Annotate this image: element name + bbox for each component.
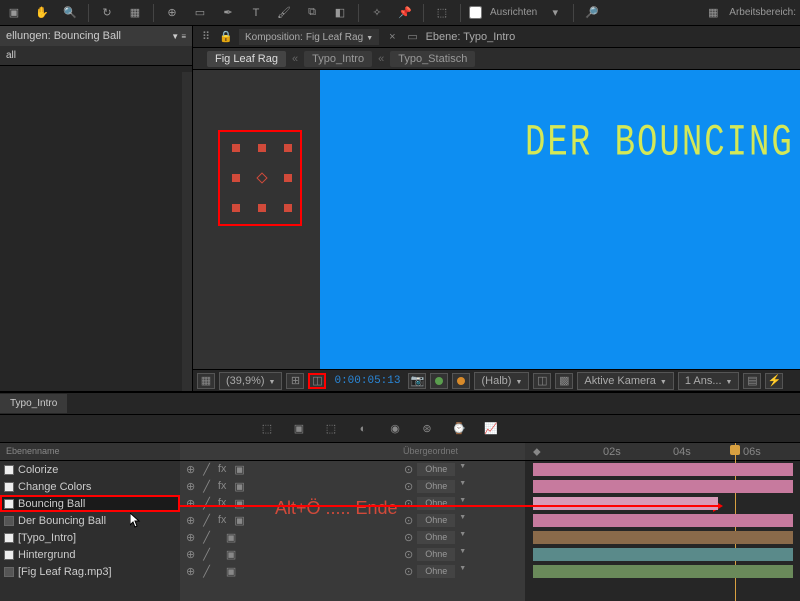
shy-icon[interactable]: ⬚ [320,418,342,440]
clone-tool-icon[interactable]: ⧉ [302,3,322,23]
pixel-aspect-icon[interactable]: ▤ [743,373,761,389]
layer-row[interactable]: [Typo_Intro] [0,529,180,546]
brainstorm-icon[interactable]: ⊛ [416,418,438,440]
layer-row[interactable]: Colorize [0,461,180,478]
layer-row[interactable]: Change Colors [0,478,180,495]
comp-mini-flowchart-icon[interactable]: ⬚ [256,418,278,440]
puppet-tool-icon[interactable]: 📌 [395,3,415,23]
fast-preview-icon[interactable]: ⚡ [765,373,783,389]
roi-icon[interactable]: ◫ [533,373,551,389]
layer-panel-icon[interactable]: ▭ [406,30,420,44]
viewport-footbar: ▦ (39,9%) ⊞ ◫ 0:00:05:13 📷 (Halb) ◫ ▩ Ak… [193,369,800,391]
layer-bar[interactable] [533,548,793,561]
lock-icon[interactable]: 🔒 [219,30,233,44]
title-text-layer: DER BOUNCING BALL [525,119,800,168]
layout-icon[interactable]: ▦ [703,3,723,23]
search-icon[interactable]: 🔎 [582,3,602,23]
layer-column-header[interactable]: Ebenenname [0,443,180,461]
layer-bar[interactable] [533,565,793,578]
rotate-tool-icon[interactable]: ↻ [97,3,117,23]
switch-row[interactable]: ⊕╱fx▣⊙Ohne▼ [180,478,525,495]
comp-canvas: DER BOUNCING BALL [320,70,800,369]
annotation-text: Alt+Ö ..... Ende [275,498,398,519]
hand-tool-icon[interactable]: ✋ [32,3,52,23]
tab-layer[interactable]: Ebene: Typo_Intro [426,31,516,43]
camera-dropdown[interactable]: Aktive Kamera [577,372,673,390]
layer-bar[interactable] [533,514,793,527]
crumb-0[interactable]: Fig Leaf Rag [207,51,286,67]
frame-blend-icon[interactable]: ◐ [352,418,374,440]
color-mgmt-icon[interactable] [452,373,470,389]
switch-row[interactable]: ⊕╱fx▣⊙Ohne▼ [180,461,525,478]
top-toolbar: ▣ ✋ 🔍 ↻ ▦ ⊕ ▭ ✒ T 🖌 ⧉ ◧ ✧ 📌 ⬚ Ausrichten… [0,0,800,26]
timeline-panel: Typo_Intro ⬚ ▣ ⬚ ◐ ◉ ⊛ ⌚ 📈 Ebenenname Co… [0,391,800,601]
layer-bar[interactable] [533,531,793,544]
layer-bar[interactable] [533,463,793,476]
motion-blur-icon[interactable]: ◉ [384,418,406,440]
comp-breadcrumb: Fig Leaf Rag « Typo_Intro « Typo_Statisc… [193,48,800,70]
layer-row[interactable]: Hintergrund [0,546,180,563]
zoom-tool-icon[interactable]: 🔍 [60,3,80,23]
text-tool-icon[interactable]: T [246,3,266,23]
switch-row[interactable]: ⊕╱▣⊙Ohne▼ [180,529,525,546]
eraser-tool-icon[interactable]: ◧ [330,3,350,23]
panel-scrollbar[interactable] [182,72,192,391]
comp-viewport[interactable]: DER BOUNCING BALL [193,70,800,369]
close-tab-icon[interactable]: × [385,31,399,43]
channels-icon[interactable] [430,373,448,389]
layer-row[interactable]: Der Bouncing Ball [0,512,180,529]
zoom-dropdown[interactable]: (39,9%) [219,372,282,390]
snap-settings-icon[interactable]: ▾ [545,3,565,23]
layer-row[interactable]: [Fig Leaf Rag.mp3] [0,563,180,580]
views-dropdown[interactable]: 1 Ans... [678,372,740,390]
crumb-1[interactable]: Typo_Intro [304,51,372,67]
panel-subtitle: all [0,46,192,66]
pen-tool-icon[interactable]: ✒ [218,3,238,23]
local-axis-icon[interactable]: ⬚ [432,3,452,23]
safe-zones-icon[interactable]: ⊞ [286,373,304,389]
panel-menu-icon[interactable]: ▼ ≡ [171,32,186,41]
roto-tool-icon[interactable]: ✧ [367,3,387,23]
resolution-dropdown[interactable]: (Halb) [474,372,529,390]
selection-tool-icon[interactable]: ▣ [4,3,24,23]
draft3d-icon[interactable]: ▣ [288,418,310,440]
layer-bar[interactable] [533,480,793,493]
effects-panel: ellungen: Bouncing Ball ▼ ≡ all [0,26,193,391]
transparency-grid-icon[interactable]: ▩ [555,373,573,389]
anchor-tool-icon[interactable]: ⊕ [162,3,182,23]
layer-bar-selected[interactable] [533,497,718,510]
camera-tool-icon[interactable]: ▦ [125,3,145,23]
composition-panel: ⠿ 🔒 Komposition: Fig Leaf Rag ▼ × ▭ Eben… [193,26,800,391]
switch-row[interactable]: ⊕╱▣⊙Ohne▼ [180,563,525,580]
timeline-toolbar: ⬚ ▣ ⬚ ◐ ◉ ⊛ ⌚ 📈 [0,415,800,443]
layer-selection-box[interactable] [218,130,302,226]
snap-checkbox[interactable] [469,6,482,19]
align-label: Ausrichten [490,7,537,18]
crumb-2[interactable]: Typo_Statisch [390,51,475,67]
parent-column-header: Übergeordnet [400,443,525,460]
layer-name-column: Ebenenname ColorizeChange ColorsBouncing… [0,443,180,601]
tab-dropdown-icon[interactable]: ▼ [366,35,373,42]
autokey-icon[interactable]: ⌚ [448,418,470,440]
snapshot-icon[interactable]: 📷 [408,373,426,389]
layer-switches-column: Übergeordnet ⊕╱fx▣⊙Ohne▼⊕╱fx▣⊙Ohne▼⊕╱fx▣… [180,443,525,601]
mask-toggle-icon[interactable]: ◫ [308,373,326,389]
tab-composition[interactable]: Komposition: Fig Leaf Rag ▼ [239,29,379,45]
panel-header[interactable]: ellungen: Bouncing Ball ▼ ≡ [0,26,192,46]
comp-tabbar: ⠿ 🔒 Komposition: Fig Leaf Rag ▼ × ▭ Eben… [193,26,800,48]
graph-editor-icon[interactable]: 📈 [480,418,502,440]
time-ruler[interactable]: ⬥ 02s 04s 06s [525,443,800,461]
timeline-tab[interactable]: Typo_Intro [0,394,67,413]
comp-flowchart-icon[interactable]: ▦ [197,373,215,389]
brush-tool-icon[interactable]: 🖌 [274,3,294,23]
panel-grip-icon[interactable]: ⠿ [199,30,213,44]
switch-row[interactable]: ⊕╱▣⊙Ohne▼ [180,546,525,563]
shape-tool-icon[interactable]: ▭ [190,3,210,23]
panel-title: ellungen: Bouncing Ball [6,30,121,42]
layer-row[interactable]: Bouncing Ball [0,495,180,512]
current-time[interactable]: 0:00:05:13 [330,373,404,389]
timeline-track-area[interactable]: ⬥ 02s 04s 06s [525,443,800,601]
mouse-cursor [130,513,142,529]
workspace-label: Arbeitsbereich: [729,7,796,18]
